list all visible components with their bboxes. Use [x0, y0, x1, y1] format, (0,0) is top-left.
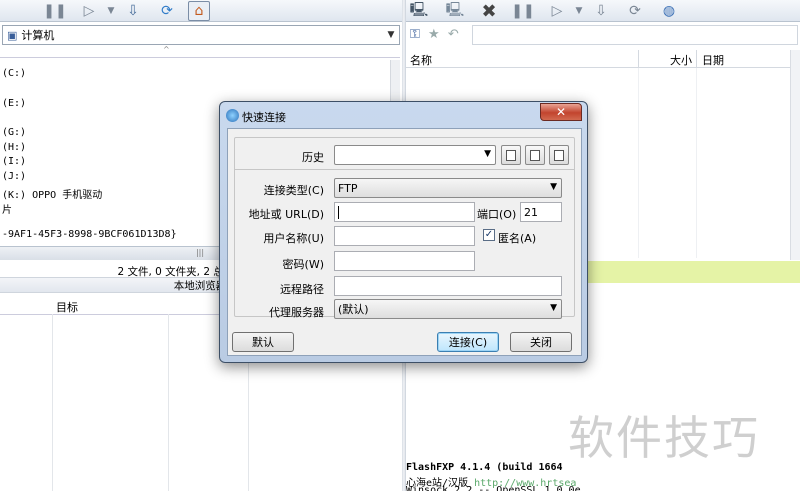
- right-toolbar: 🖳 🖳 ✖ ❚❚ ▷ ▼ ⇩ ⟳ ◍: [406, 0, 800, 22]
- back-icon[interactable]: ↶: [448, 27, 459, 42]
- chevron-down-icon: ▼: [550, 303, 557, 313]
- dropdown-arrow-icon[interactable]: ▼: [568, 1, 590, 21]
- right-address-combo[interactable]: [472, 25, 798, 45]
- sites-icon[interactable]: ⚿: [410, 27, 420, 42]
- user-input[interactable]: [334, 226, 475, 246]
- password-label: 密码(W): [282, 258, 324, 271]
- globe-icon[interactable]: ◍: [658, 1, 680, 21]
- default-button[interactable]: 默认: [232, 332, 294, 352]
- list-item[interactable]: (C:): [2, 68, 26, 79]
- dialog-title: 快速连接: [242, 111, 286, 124]
- right-col-divider: [696, 50, 697, 68]
- list-item[interactable]: 片: [2, 201, 12, 216]
- quick-connect-dialog: 快速连接 ✕ 历史 ▼ 连接类型(C) FTP ▼ 地址或 URL(D) 端口(…: [219, 101, 588, 363]
- close-icon[interactable]: ✕: [540, 103, 582, 121]
- dropdown-arrow-icon[interactable]: ▼: [100, 1, 122, 21]
- list-item[interactable]: (I:): [2, 156, 26, 167]
- column-size[interactable]: 大小: [670, 52, 692, 68]
- transfer-icon[interactable]: ⇩: [590, 1, 612, 21]
- proxy-value: (默认): [338, 303, 369, 316]
- column-name[interactable]: 名称: [410, 52, 432, 68]
- abort-icon[interactable]: ✖: [478, 1, 500, 22]
- conn-type-value: FTP: [338, 181, 358, 195]
- chevron-down-icon[interactable]: ▼: [385, 28, 397, 42]
- list-item[interactable]: (J:): [2, 171, 26, 182]
- right-list-header: 名称 ^ 大小 日期: [406, 50, 800, 68]
- address-label: 地址或 URL(D): [248, 208, 324, 221]
- list-item[interactable]: (G:): [2, 127, 26, 138]
- page-icon: [554, 149, 564, 161]
- list-item[interactable]: (K:) OPPO 手机驱动: [2, 186, 102, 201]
- right-scrollbar[interactable]: [790, 50, 800, 260]
- transfer-icon[interactable]: ⇩: [122, 1, 144, 21]
- page-icon: [530, 149, 540, 161]
- column-date[interactable]: 日期: [702, 52, 724, 68]
- page-icon: [506, 149, 516, 161]
- refresh-icon[interactable]: ⟳: [624, 1, 646, 21]
- proxy-select[interactable]: (默认) ▼: [334, 299, 562, 319]
- queue-target-column: 目标: [56, 301, 78, 314]
- anonymous-checkbox[interactable]: ✓: [483, 229, 495, 241]
- queue-col-divider: [52, 314, 53, 491]
- watermark-text: 软件技巧: [568, 411, 760, 465]
- connect-button[interactable]: 连接(C): [437, 332, 499, 352]
- right-col-divider: [638, 68, 639, 258]
- list-item[interactable]: (H:): [2, 142, 26, 153]
- play-icon[interactable]: ▷: [78, 1, 100, 21]
- left-address-combo[interactable]: ▣ 计算机 ▼: [2, 25, 400, 45]
- disconnect-icon[interactable]: 🖳: [444, 1, 466, 21]
- log-line: FlashFXP 4.1.4 (build 1664: [406, 462, 563, 473]
- port-value: 21: [524, 205, 538, 219]
- computer-icon: ▣: [7, 28, 18, 42]
- list-item[interactable]: -9AF1-45F3-8998-9BCF061D13D8}: [2, 229, 177, 240]
- user-label: 用户名称(U): [263, 232, 324, 245]
- anonymous-label: 匿名(A): [498, 232, 537, 245]
- group-separator: [234, 169, 575, 170]
- right-col-divider: [638, 50, 639, 68]
- history-edit-button[interactable]: [501, 145, 521, 165]
- address-input[interactable]: [334, 202, 475, 222]
- splitter-grip: |||: [195, 248, 205, 257]
- port-label: 端口(O): [477, 208, 517, 221]
- history-label: 历史: [302, 151, 324, 164]
- dialog-body: 历史 ▼ 连接类型(C) FTP ▼ 地址或 URL(D) 端口(O) 21 用…: [227, 128, 582, 356]
- remote-path-input[interactable]: [334, 276, 562, 296]
- right-nav-icons: ⚿ ★ ↶: [410, 27, 459, 42]
- proxy-label: 代理服务器: [269, 306, 324, 319]
- history-delete-button[interactable]: [549, 145, 569, 165]
- pause-icon[interactable]: ❚❚: [43, 1, 66, 21]
- port-input[interactable]: 21: [520, 202, 562, 222]
- close-button[interactable]: 关闭: [510, 332, 572, 352]
- refresh-icon[interactable]: ⟳: [156, 1, 178, 21]
- connect-icon[interactable]: 🖳: [408, 1, 430, 21]
- app-icon: [226, 109, 239, 122]
- play-icon[interactable]: ▷: [546, 1, 568, 21]
- home-icon[interactable]: ⌂: [188, 1, 210, 21]
- history-save-button[interactable]: [525, 145, 545, 165]
- remote-path-label: 远程路径: [280, 283, 324, 296]
- status-band: [570, 261, 800, 283]
- conn-type-label: 连接类型(C): [263, 184, 324, 197]
- right-col-divider: [696, 68, 697, 258]
- sort-up-icon: ^: [163, 45, 170, 54]
- left-list-header[interactable]: ^: [0, 45, 400, 58]
- conn-type-select[interactable]: FTP ▼: [334, 178, 562, 198]
- pause-icon[interactable]: ❚❚: [511, 1, 534, 21]
- log-line: Winsock 2.2 -- OpenSSL 1.0.0e: [406, 485, 581, 491]
- list-item[interactable]: (E:): [2, 98, 26, 109]
- text-caret: [338, 205, 339, 219]
- history-select[interactable]: ▼: [334, 145, 496, 165]
- favorites-icon[interactable]: ★: [428, 27, 440, 42]
- left-toolbar: ❚❚ ▷ ▼ ⇩ ⟳ ⌂: [0, 0, 402, 22]
- left-address-text: 计算机: [21, 29, 55, 42]
- queue-col-divider: [168, 314, 169, 491]
- chevron-down-icon: ▼: [550, 182, 557, 192]
- chevron-down-icon: ▼: [484, 149, 491, 159]
- password-input[interactable]: [334, 251, 475, 271]
